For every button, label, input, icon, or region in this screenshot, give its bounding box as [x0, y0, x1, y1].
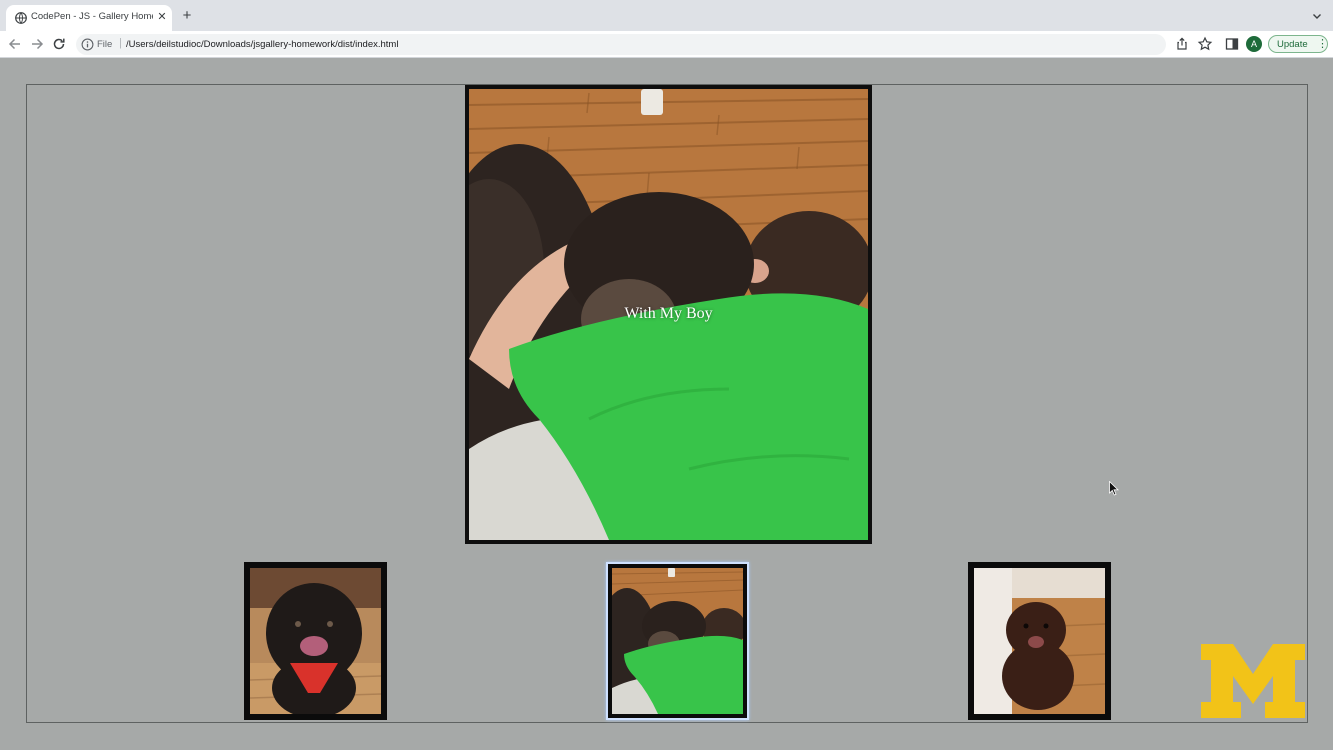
thumbnail-2[interactable]	[606, 562, 749, 720]
thumbnail-photo-1	[250, 568, 381, 714]
new-tab-button[interactable]: +	[180, 8, 194, 23]
gallery-container: With My Boy	[26, 84, 1308, 723]
back-icon[interactable]	[7, 36, 23, 52]
block-m-logo	[1201, 644, 1305, 718]
forward-icon[interactable]	[29, 36, 45, 52]
globe-icon	[15, 12, 27, 24]
browser-toolbar: File | /Users/deilstudioc/Downloads/jsga…	[0, 31, 1333, 58]
chevron-down-icon[interactable]	[1311, 10, 1323, 22]
address-scheme: File	[97, 39, 113, 50]
update-button[interactable]: Update ⋮	[1268, 35, 1328, 53]
star-icon[interactable]	[1197, 36, 1213, 52]
thumbnail-photo-3	[974, 568, 1105, 714]
address-separator: |	[119, 37, 122, 49]
main-image-frame: With My Boy	[465, 85, 872, 544]
address-url[interactable]: /Users/deilstudioc/Downloads/jsgallery-h…	[126, 39, 398, 50]
address-bar[interactable]: File | /Users/deilstudioc/Downloads/jsga…	[76, 34, 1166, 55]
share-icon[interactable]	[1174, 36, 1190, 52]
reload-icon[interactable]	[51, 36, 67, 52]
thumbnail-3[interactable]	[968, 562, 1111, 720]
info-icon[interactable]	[81, 38, 94, 51]
more-menu-icon[interactable]: ⋮	[1317, 37, 1328, 50]
close-tab-icon[interactable]: ✕	[156, 10, 168, 24]
update-label: Update	[1277, 39, 1308, 50]
side-panel-icon[interactable]	[1224, 36, 1240, 52]
thumbnail-1[interactable]	[244, 562, 387, 720]
browser-tab[interactable]: CodePen - JS - Gallery Homew ✕	[6, 5, 172, 32]
thumbnail-photo-2	[612, 568, 743, 714]
tab-title: CodePen - JS - Gallery Homew	[31, 11, 153, 22]
profile-avatar[interactable]: A	[1246, 36, 1262, 52]
tab-strip: CodePen - JS - Gallery Homew ✕ +	[0, 0, 1333, 32]
main-image-caption: With My Boy	[624, 305, 713, 322]
mouse-cursor-icon	[1109, 481, 1119, 496]
